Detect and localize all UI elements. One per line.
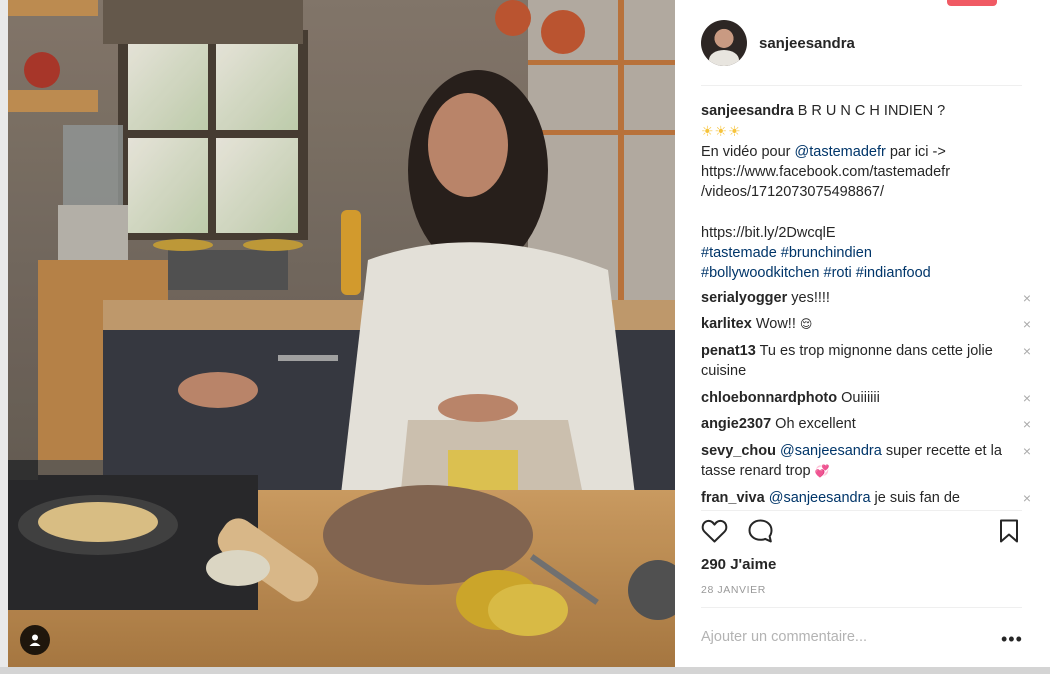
remove-comment-icon[interactable]: × (1023, 441, 1031, 461)
post-date: 28 JANVIER (701, 584, 766, 596)
comment-item: sevy_chou @sanjeesandra super recette et… (701, 441, 1031, 482)
caption-line2-suffix: par ici -> (885, 143, 946, 160)
comment-text: Ouiiiiii (841, 389, 880, 406)
caption-hashtags-1[interactable]: #tastemade #brunchindien (701, 243, 1021, 263)
header-username[interactable]: sanjeesandra (759, 35, 855, 52)
avatar[interactable] (701, 20, 747, 66)
comments-list[interactable]: serialyogger yes!!!! × karlitex Wow!! 😌 … (701, 288, 1031, 510)
heart-icon[interactable] (701, 518, 728, 549)
top-action-button[interactable] (947, 0, 997, 6)
sun-emoji-icon: ☀☀☀ (701, 123, 742, 140)
caption-line2-prefix: En vidéo pour (701, 143, 795, 160)
bookmark-icon[interactable] (998, 518, 1020, 549)
caption-url-line2: /videos/1712073075498867/ (701, 184, 885, 201)
remove-comment-icon[interactable]: × (1023, 288, 1031, 308)
comment-username[interactable]: penat13 (701, 343, 756, 359)
comment-username[interactable]: serialyogger (701, 290, 787, 306)
caption-url-line1: https://www.facebook.com/tastemadefr (701, 163, 951, 180)
comment-username[interactable]: angie2307 (701, 416, 771, 432)
more-options-icon[interactable]: ••• (1001, 629, 1023, 650)
comment-username[interactable]: karlitex (701, 316, 752, 332)
post-photo[interactable] (8, 0, 675, 667)
comment-text: Oh excellent (775, 416, 856, 433)
post-caption: sanjeesandra B R U N C H INDIEN ? ☀☀☀ En… (701, 101, 1021, 284)
relieved-face-emoji-icon: 😌 (799, 317, 813, 332)
comment-item: angie2307 Oh excellent × (701, 414, 1031, 434)
comment-username[interactable]: chloebonnardphoto (701, 390, 837, 406)
remove-comment-icon[interactable]: × (1023, 341, 1031, 361)
comment-text: Wow!! (755, 316, 796, 333)
add-comment-input[interactable]: Ajouter un commentaire... (701, 629, 867, 645)
comment-mention[interactable]: @sanjeesandra (769, 490, 871, 506)
comment-username[interactable]: fran_viva (701, 490, 765, 506)
comment-item: serialyogger yes!!!! × (701, 288, 1031, 308)
kitchen-scene-image (8, 0, 675, 667)
comment-username[interactable]: sevy_chou (701, 443, 776, 459)
remove-comment-icon[interactable]: × (1023, 314, 1031, 334)
comment-bubble-icon[interactable] (747, 518, 774, 549)
remove-comment-icon[interactable]: × (1023, 488, 1031, 508)
comment-item: chloebonnardphoto Ouiiiiii × (701, 388, 1031, 408)
caption-line1: B R U N C H INDIEN ? (797, 103, 946, 119)
comment-mention[interactable]: @sanjeesandra (780, 443, 882, 459)
caption-short-link: https://bit.ly/2DwcqlE (701, 224, 836, 241)
comment-text: yes!!!! (791, 290, 830, 306)
post-header: sanjeesandra (701, 20, 1021, 66)
person-tag-icon[interactable] (20, 625, 50, 655)
remove-comment-icon[interactable]: × (1023, 414, 1031, 434)
comment-input-divider (701, 607, 1022, 608)
post-actions (701, 518, 1023, 546)
actions-divider (701, 510, 1022, 511)
caption-username[interactable]: sanjeesandra (701, 103, 794, 119)
comment-text: je suis fan de (870, 489, 960, 506)
bottom-edge (0, 667, 1050, 674)
hearts-emoji-icon: 💞 (814, 464, 830, 479)
comment-item: fran_viva @sanjeesandra je suis fan de × (701, 488, 1031, 508)
comment-item: karlitex Wow!! 😌 × (701, 314, 1031, 334)
comment-item: penat13 Tu es trop mignonne dans cette j… (701, 341, 1031, 382)
post-details-panel: sanjeesandra sanjeesandra B R U N C H IN… (675, 0, 1050, 667)
mention-tastemadefr[interactable]: @tastemadefr (795, 144, 886, 160)
remove-comment-icon[interactable]: × (1023, 388, 1031, 408)
caption-hashtags-2[interactable]: #bollywoodkitchen #roti #indianfood (701, 263, 1021, 283)
header-divider (701, 85, 1022, 86)
likes-count[interactable]: 290 J'aime (701, 556, 776, 573)
